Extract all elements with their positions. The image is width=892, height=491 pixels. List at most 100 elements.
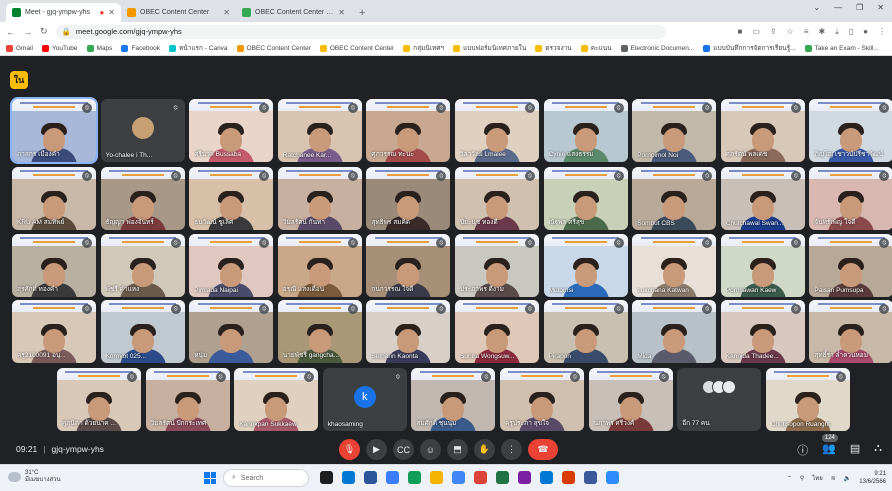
participant-tile[interactable]: ⦸ KRU AM สมทิพย์	[12, 167, 96, 230]
taskbar-app-icon[interactable]	[518, 471, 531, 484]
captions-button[interactable]: CC	[393, 439, 414, 460]
participant-tile[interactable]: ⦸ ครูประภา สุขใจ	[500, 368, 584, 431]
participant-tile[interactable]: ⦸ ณัฐพล ศรีสุข	[543, 167, 628, 230]
participant-tile[interactable]: ⦸ Sombut CBS	[632, 167, 717, 230]
participant-tile[interactable]: ⦸ นายพัชรี gangcha...	[277, 300, 362, 363]
share-icon[interactable]: ⇪	[770, 27, 777, 37]
chevron-up-icon[interactable]: ⌃	[787, 475, 792, 482]
taskbar-app-icon[interactable]	[342, 471, 355, 484]
activities-icon[interactable]: ⛬	[874, 442, 882, 458]
mic-off-button[interactable]: 🎙	[339, 439, 360, 460]
bookmark-item[interactable]: Maps	[86, 44, 112, 52]
download-icon[interactable]: ⤓	[835, 27, 839, 37]
taskbar-app-icon[interactable]	[562, 471, 575, 484]
participant-tile[interactable]: ⦸ จันทร์เพ็ญ ใจดี	[809, 167, 892, 230]
participant-tile[interactable]: ⦸ ศรีนวล Bussaba	[189, 99, 274, 162]
participant-tile[interactable]: ⦸ Kannida Thadee...	[720, 300, 805, 363]
participant-tile[interactable]: ⦸ Mutomsi	[543, 234, 628, 297]
participant-tile[interactable]: ⦸ วิมลรัตน์ ปักกระเทศ	[145, 368, 230, 431]
back-icon[interactable]: ←	[6, 27, 15, 37]
volume-icon[interactable]: 🔈	[844, 475, 851, 482]
chevron-down-icon[interactable]: ⌄	[813, 3, 820, 12]
weather-widget[interactable]: 31°C มีเมฆบางส่วน	[8, 470, 61, 484]
new-tab-button[interactable]: +	[351, 7, 373, 22]
reload-icon[interactable]: ↻	[40, 26, 48, 37]
bookmark-item[interactable]: กลุ่มนิเทศฯ	[403, 43, 444, 53]
star-icon[interactable]: ☆	[787, 27, 794, 37]
windows-start-icon[interactable]	[204, 472, 216, 484]
close-window-button[interactable]: ✕	[877, 3, 884, 12]
host-controls-badge[interactable]: ใน	[10, 71, 28, 89]
taskbar-app-icon[interactable]	[474, 471, 487, 484]
emoji-button[interactable]: ☺	[420, 439, 441, 460]
bookmark-item[interactable]: หน้าแรก - Canva	[168, 43, 228, 53]
taskbar-app-icon[interactable]	[364, 471, 377, 484]
camera-button[interactable]: ▶	[366, 439, 387, 460]
participant-tile[interactable]: ⦸ สุทธิพร สมคิด	[366, 167, 451, 230]
camera-in-use-icon[interactable]: ■	[738, 27, 743, 37]
tab-meet[interactable]: Meet - gjq-ympw-yhs ● ✕	[6, 3, 121, 22]
participant-tile[interactable]: ⦸ Pornpimol Noi	[632, 99, 717, 162]
taskbar-app-icon[interactable]	[430, 471, 443, 484]
bookmark-item[interactable]: แบบบันทึกการจัดการเรียนรู้...	[703, 43, 796, 53]
participant-tile[interactable]: ⦸ Pirapon	[543, 300, 628, 363]
participant-tile[interactable]: ⦸ ครู2100091 อนุ...	[12, 300, 96, 363]
info-icon[interactable]: ⓘ	[797, 442, 808, 458]
participant-tile[interactable]: ⦸ พัชรี คำแหง	[100, 234, 185, 297]
network-icon[interactable]: ⚲	[800, 475, 804, 482]
participant-tile[interactable]: ⦸ Pimlada Naipai	[189, 234, 274, 297]
participant-tile[interactable]: ⦸ ศุภวรรณ ทะนะ	[366, 99, 451, 162]
bookmark-item[interactable]: คะแนน	[580, 43, 612, 53]
participant-tile[interactable]: ⦸ ศุภรัตน์ พลเดช	[720, 99, 805, 162]
close-tab-icon[interactable]: ✕	[223, 8, 230, 17]
participant-tile[interactable]: ⦸ Chutchawal Swan...	[720, 167, 805, 230]
participant-tile[interactable]: ⦸ ภิญโญ เชาวน์ปรีชาวัฒน์	[809, 99, 892, 162]
participant-tile[interactable]: ⦸ Ratchanee Kar...	[277, 99, 362, 162]
participant-tile[interactable]: ⦸ Mida	[632, 300, 717, 363]
tab-obec-2[interactable]: OBEC Content Center - OBEC ✕	[236, 3, 351, 22]
bookmark-item[interactable]: OBEC Content Center	[319, 44, 394, 52]
participant-tile[interactable]: ⦸ Lukchana Katwan	[632, 234, 717, 297]
bookmark-item[interactable]: แบบฟอร์มนิเทศภายใน	[453, 43, 526, 53]
participant-tile[interactable]: ⦸ ภาสกร เมืองคำ	[10, 97, 98, 164]
participant-tile[interactable]: ⦸ Chutisopon Ruangrit	[765, 368, 850, 431]
leave-call-button[interactable]: ☎	[528, 439, 558, 460]
participant-tile[interactable]: ⦸ วิลาวัลย์ Lmalee	[455, 99, 539, 162]
clock[interactable]: 9:21 13/6/2566	[859, 470, 886, 486]
sidebar-icon[interactable]: ▯	[849, 27, 853, 37]
bookmark-item[interactable]: ตรวจงาน	[535, 43, 572, 53]
participant-tile[interactable]: ⦸ สุทธิ์รา ลำดวนหอม	[809, 300, 892, 363]
participant-tile[interactable]: ⦸ Yo-chalee i Th...	[100, 99, 185, 162]
participant-tile[interactable]: ⦸ ประภาพร ดีงาม	[455, 234, 539, 297]
participant-tile[interactable]: ⦸ Paisan Pumsupa	[809, 234, 892, 297]
participant-tile[interactable]: ⦸ อรุณี แสงเดือน	[277, 234, 362, 297]
omnibox[interactable]: 🔒 meet.google.com/gjq-ympw-yhs	[55, 24, 666, 39]
participant-tile[interactable]: ⦸ Kornyot 025...	[100, 300, 185, 363]
taskbar-app-icon[interactable]	[386, 471, 399, 484]
bookmark-item[interactable]: Electronic Documen...	[620, 44, 694, 52]
participant-tile[interactable]: ⦸ ศุภนิดา ด้วยนาค ...	[57, 368, 141, 431]
participant-tile[interactable]: ⦸ สุรศักดิ์ ทองคำ	[12, 234, 96, 297]
taskbar-app-icon[interactable]	[452, 471, 465, 484]
participant-tile[interactable]: k ⦸ khaosaming	[322, 368, 407, 431]
forward-icon[interactable]: →	[23, 27, 32, 37]
more-options-button[interactable]: ⋮	[501, 439, 522, 460]
bookmark-item[interactable]: Facebook	[121, 44, 160, 52]
maximize-button[interactable]: ❐	[856, 3, 863, 12]
taskbar-app-icon[interactable]	[540, 471, 553, 484]
participant-tile[interactable]: ⦸ กนกวรรณ ใจดี	[366, 234, 451, 297]
bookmark-item[interactable]: Take an Exam - Skill...	[804, 44, 879, 52]
participant-tile[interactable]: ⦸ ธัญญา ฟองจันทร์	[100, 167, 185, 230]
participant-tile[interactable]: ⦸ ปิยะนุช ทองดี	[455, 167, 539, 230]
participant-tile[interactable]: อีก 77 คน	[677, 368, 762, 431]
raise-hand-button[interactable]: ✋	[474, 439, 495, 460]
taskbar-app-icon[interactable]	[496, 471, 509, 484]
bookmark-item[interactable]: OBEC Content Center	[236, 44, 311, 52]
bookmark-item[interactable]: Gmail	[6, 44, 33, 52]
participant-tile[interactable]: ⦸ Cynie แสงธรรม	[543, 99, 628, 162]
participant-tile[interactable]: ⦸ Sutharin Kaonta	[366, 300, 451, 363]
taskbar-search[interactable]: ⌕ Search	[223, 469, 309, 487]
close-tab-icon[interactable]: ✕	[108, 8, 115, 17]
participant-tile[interactable]: ⦸ สมศักดิ์ ชุนนุ่ม	[411, 368, 496, 431]
taskbar-app-icon[interactable]	[320, 471, 333, 484]
